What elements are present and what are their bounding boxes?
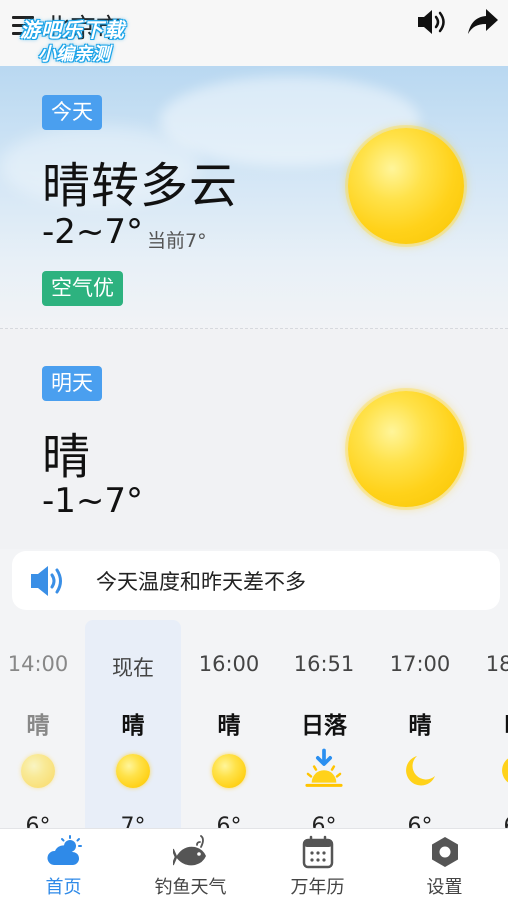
moon-icon xyxy=(406,756,435,786)
hourly-item-now[interactable]: 现在 晴 7° xyxy=(85,620,181,828)
tomorrow-tag: 明天 xyxy=(42,366,102,401)
hourly-temp: 7° xyxy=(120,814,146,828)
hourly-time: 16:00 xyxy=(198,652,260,676)
moon-icon xyxy=(502,758,508,783)
hourly-item[interactable]: 16:00 晴 6° xyxy=(181,620,277,828)
hourly-time: 18:00 xyxy=(485,652,508,676)
speaker-icon[interactable] xyxy=(28,563,68,599)
sun-icon xyxy=(348,128,464,244)
nav-label: 万年历 xyxy=(290,877,345,898)
today-temp-range: -2~7° xyxy=(42,212,144,252)
settings-icon xyxy=(432,837,458,867)
watermark-logo: 游吧乐下载 小编亲测 xyxy=(8,4,148,65)
hourly-item[interactable]: 17:00 晴 6° xyxy=(372,620,468,828)
hourly-condition: 晴 xyxy=(26,713,50,739)
hourly-condition: 晴 xyxy=(121,713,145,739)
hourly-condition: 晴 xyxy=(468,706,508,740)
today-condition: 晴转多云 xyxy=(42,158,239,214)
hourly-temp: 6° xyxy=(216,814,242,828)
hourly-condition: 晴 xyxy=(217,713,241,739)
hourly-time: 14:00 xyxy=(7,652,69,676)
top-bar: 北京市 游吧乐下载 小编亲测 xyxy=(0,0,508,66)
hourly-condition: 日落 xyxy=(301,713,347,739)
watermark-line1: 游吧乐下载 xyxy=(20,18,125,42)
sunset-icon xyxy=(305,748,343,787)
today-tag: 今天 xyxy=(42,95,102,130)
air-quality-badge[interactable]: 空气优 xyxy=(42,271,123,306)
nav-label: 设置 xyxy=(426,877,463,898)
hourly-item[interactable]: 14:00 晴 6° xyxy=(0,620,86,828)
calendar-icon xyxy=(302,835,334,869)
nav-label: 钓鱼天气 xyxy=(154,877,227,898)
watermark-line2: 小编亲测 xyxy=(38,44,110,65)
hourly-temp: 6° xyxy=(311,814,337,828)
sun-icon xyxy=(212,754,246,788)
nav-item-home[interactable]: 首页 xyxy=(0,829,127,898)
nav-item-fishing[interactable]: 钓鱼天气 xyxy=(127,829,254,898)
tomorrow-card[interactable]: 明天 晴 -1~7° xyxy=(0,329,508,549)
sun-icon xyxy=(21,754,55,788)
hourly-temp: 6° xyxy=(25,814,51,828)
hourly-time: 16:51 xyxy=(293,652,355,676)
hourly-forecast[interactable]: 14:00 晴 6° 现在 晴 7° 16:00 晴 6° 16:51 日落 6… xyxy=(0,620,508,828)
nav-item-calendar[interactable]: 万年历 xyxy=(254,829,381,898)
fish-icon xyxy=(173,835,206,866)
weather-tip-text: 今天温度和昨天差不多 xyxy=(96,570,306,594)
speaker-icon[interactable] xyxy=(416,8,450,36)
weather-tip-bar[interactable]: 今天温度和昨天差不多 xyxy=(12,551,500,610)
hourly-temp: 6° xyxy=(407,814,433,828)
hourly-time: 现在 xyxy=(112,656,154,680)
home-weather-icon xyxy=(47,835,82,865)
hourly-time: 17:00 xyxy=(389,652,451,676)
hourly-item[interactable]: 16:51 日落 6° xyxy=(276,620,372,828)
sun-icon xyxy=(116,754,150,788)
hourly-condition: 晴 xyxy=(408,713,432,739)
tomorrow-temp-range: -1~7° xyxy=(42,481,144,521)
hourly-item[interactable]: 18:00 晴 6° xyxy=(468,620,508,828)
share-icon[interactable] xyxy=(466,6,500,38)
nav-label: 首页 xyxy=(45,877,82,898)
sun-icon xyxy=(348,391,464,507)
today-card[interactable]: 今天 晴转多云 -2~7° 当前7° 空气优 xyxy=(0,66,508,328)
current-temperature: 当前7° xyxy=(147,230,207,252)
bottom-navigation: 首页 钓鱼天气 万年历 设置 xyxy=(0,828,508,898)
nav-item-settings[interactable]: 设置 xyxy=(381,829,508,898)
tomorrow-condition: 晴 xyxy=(42,429,92,485)
hourly-temp: 6° xyxy=(468,814,508,828)
